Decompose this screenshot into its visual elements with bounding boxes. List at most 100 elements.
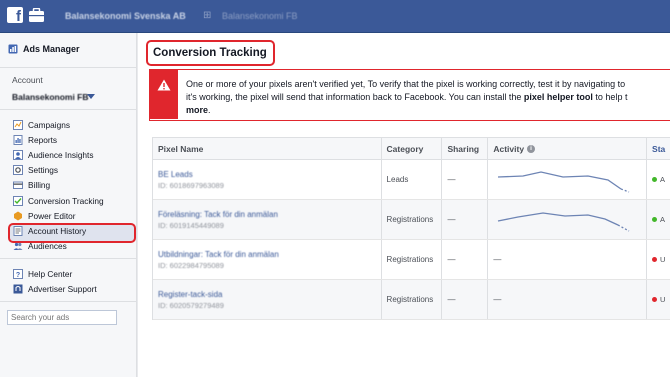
activity-sparkline xyxy=(498,211,630,232)
pixel-id: ID: 6022984795089 xyxy=(158,260,224,270)
category-cell: Registrations xyxy=(382,280,443,319)
account-history-icon xyxy=(13,225,23,236)
sidebar-item-label: Advertiser Support xyxy=(28,283,97,294)
activity-cell: — xyxy=(488,240,648,279)
page-title-box: Conversion Tracking xyxy=(146,40,275,66)
account-dropdown-caret-icon[interactable] xyxy=(87,94,95,99)
billing-icon xyxy=(13,181,23,190)
sidebar-item-label: Audiences xyxy=(28,241,67,252)
alert-line-3-end: . xyxy=(208,105,211,115)
status-cell: A xyxy=(647,200,670,239)
sidebar-item-help-center[interactable]: ? Help Center xyxy=(13,266,97,281)
reports-icon xyxy=(13,134,23,145)
sharing-cell: — xyxy=(442,200,489,239)
sidebar-item-conversion-tracking[interactable]: Conversion Tracking xyxy=(8,193,136,208)
sharing-cell: — xyxy=(442,240,489,279)
status-cell: U xyxy=(647,280,670,319)
category-cell: Leads xyxy=(382,160,443,199)
sidebar-item-label: Campaigns xyxy=(28,119,70,130)
advertiser-support-icon xyxy=(13,284,23,293)
sidebar-item-label: Conversion Tracking xyxy=(28,195,104,206)
status-text: A xyxy=(660,215,666,224)
pixel-name-link[interactable]: BE Leads xyxy=(158,170,193,179)
ads-manager-icon xyxy=(8,44,18,54)
pixel-id: ID: 6019145449089 xyxy=(158,220,224,230)
sidebar-item-advertiser-support[interactable]: Advertiser Support xyxy=(13,281,97,296)
breadcrumb-account[interactable]: Balansekonomi FB xyxy=(222,11,298,21)
status-cell: A xyxy=(647,160,670,199)
top-bar: f Balansekonomi Svenska AB ⊞ Balansekono… xyxy=(0,0,670,33)
column-header-pixel-name[interactable]: Pixel Name xyxy=(153,138,382,159)
ads-manager-link[interactable]: Ads Manager xyxy=(8,44,80,54)
column-header-activity[interactable]: Activity i xyxy=(488,138,648,159)
pixel-name-cell: Föreläsning: Tack för din anmälan ID: 60… xyxy=(153,200,382,239)
sidebar-item-campaigns[interactable]: Campaigns xyxy=(8,117,136,132)
breadcrumb-business[interactable]: Balansekonomi Svenska AB xyxy=(65,11,186,21)
pixel-name-link[interactable]: Register-tack-sida xyxy=(158,290,222,299)
status-dot-icon xyxy=(652,297,658,302)
pixel-id: ID: 6020579279489 xyxy=(158,300,224,310)
account-selector[interactable]: Balansekonomi FB xyxy=(12,92,89,102)
unverified-pixels-alert: One or more of your pixels aren't verifi… xyxy=(149,69,670,121)
pixels-table: Pixel Name Category Sharing Activity i S… xyxy=(152,137,670,320)
account-label: Account xyxy=(12,75,43,85)
status-dot-icon xyxy=(652,257,658,262)
sidebar-item-audience-insights[interactable]: Audience Insights xyxy=(8,147,136,162)
briefcase-icon[interactable] xyxy=(28,8,45,23)
alert-line-2-end: to help t xyxy=(592,92,628,102)
sidebar-item-account-history[interactable]: Account History xyxy=(8,223,136,238)
sidebar-divider xyxy=(0,258,137,259)
pixel-name-link[interactable]: Utbildningar: Tack för din anmälan xyxy=(158,250,279,259)
status-text: A xyxy=(660,175,666,184)
sidebar: Ads Manager Account Balansekonomi FB Cam… xyxy=(0,33,137,377)
sidebar-divider xyxy=(0,109,137,110)
pixel-helper-tool-link[interactable]: pixel helper tool xyxy=(524,92,593,102)
column-header-status[interactable]: Sta xyxy=(647,138,670,159)
sidebar-item-power-editor[interactable]: Power Editor xyxy=(8,208,136,223)
column-header-category[interactable]: Category xyxy=(382,138,443,159)
activity-sparkline xyxy=(498,170,630,193)
sidebar-item-billing[interactable]: Billing xyxy=(8,178,136,193)
campaigns-icon xyxy=(13,119,23,130)
activity-cell xyxy=(488,160,648,199)
sidebar-help-links: ? Help Center Advertiser Support xyxy=(13,266,97,296)
table-row[interactable]: Register-tack-sida ID: 6020579279489 Reg… xyxy=(153,280,670,320)
table-row[interactable]: BE Leads ID: 6018697963089 Leads — A xyxy=(153,160,670,200)
pixel-name-link[interactable]: Föreläsning: Tack för din anmälan xyxy=(158,210,278,219)
alert-icon-background xyxy=(150,70,178,119)
alert-line-2: it's working, the pixel will send that i… xyxy=(186,92,524,102)
learn-more-link[interactable]: more xyxy=(186,105,208,115)
help-center-icon: ? xyxy=(13,268,23,279)
column-header-sharing[interactable]: Sharing xyxy=(442,138,489,159)
activity-header-label: Activity xyxy=(493,143,525,154)
sharing-cell: — xyxy=(442,160,489,199)
sidebar-item-label: Help Center xyxy=(28,268,73,279)
power-editor-icon xyxy=(14,211,22,221)
sidebar-divider xyxy=(0,67,137,68)
svg-text:?: ? xyxy=(16,272,20,279)
info-icon[interactable]: i xyxy=(527,144,536,153)
table-row[interactable]: Föreläsning: Tack för din anmälan ID: 60… xyxy=(153,200,670,240)
activity-cell: — xyxy=(488,280,648,319)
sidebar-item-reports[interactable]: Reports xyxy=(8,132,136,147)
sidebar-item-label: Billing xyxy=(28,180,51,191)
sidebar-divider xyxy=(0,301,137,302)
sidebar-item-audiences[interactable]: Audiences xyxy=(8,239,136,254)
sidebar-item-label: Settings xyxy=(28,165,58,176)
status-dot-icon xyxy=(652,217,658,222)
activity-cell xyxy=(488,200,648,239)
warning-icon xyxy=(157,79,171,91)
alert-line-1: One or more of your pixels aren't verifi… xyxy=(186,79,626,89)
search-ads-input[interactable] xyxy=(7,310,117,325)
sidebar-item-label: Reports xyxy=(28,134,58,145)
audiences-icon xyxy=(13,242,23,251)
category-cell: Registrations xyxy=(382,200,443,239)
main-content: Conversion Tracking One or more of your … xyxy=(138,33,670,377)
sidebar-item-settings[interactable]: Settings xyxy=(8,163,136,178)
sidebar-item-label: Audience Insights xyxy=(28,149,94,160)
sidebar-item-label: Power Editor xyxy=(28,210,76,221)
table-header: Pixel Name Category Sharing Activity i S… xyxy=(153,138,670,160)
facebook-logo-icon[interactable]: f xyxy=(7,7,23,25)
table-row[interactable]: Utbildningar: Tack för din anmälan ID: 6… xyxy=(153,240,670,280)
ads-manager-label: Ads Manager xyxy=(23,44,80,54)
